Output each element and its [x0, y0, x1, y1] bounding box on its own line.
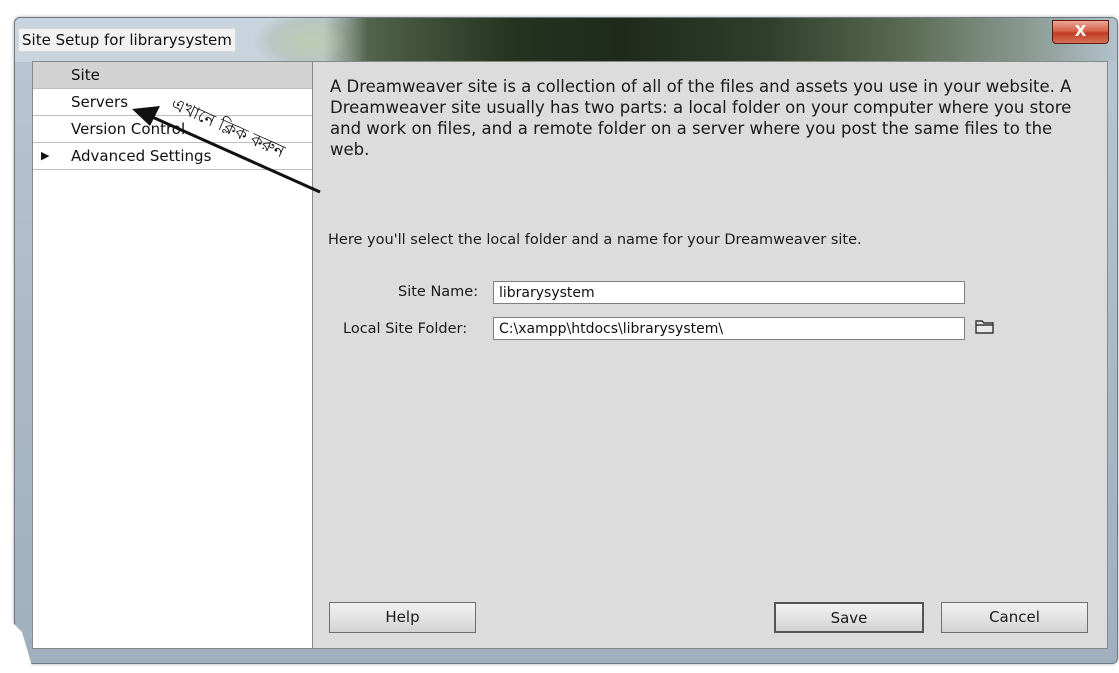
nav-item-label: Advanced Settings: [71, 147, 212, 165]
site-name-label: Site Name:: [398, 284, 479, 300]
paper-scrap-decoration: [0, 610, 34, 673]
site-name-input[interactable]: [493, 281, 965, 304]
expand-arrow-icon[interactable]: ▶: [41, 143, 49, 169]
title-bar[interactable]: Site Setup for librarysystem X: [15, 18, 1117, 62]
help-button[interactable]: Help: [329, 602, 476, 633]
nav-item-site[interactable]: Site: [33, 62, 312, 89]
intro-text: Here you'll select the local folder and …: [328, 232, 862, 248]
save-button[interactable]: Save: [774, 602, 924, 633]
screenshot-stage: Site Setup for librarysystem X Site Serv…: [0, 0, 1119, 673]
nav-item-servers[interactable]: Servers: [33, 89, 312, 116]
nav-item-label: Version Control: [71, 120, 186, 138]
folder-icon[interactable]: [975, 318, 995, 334]
local-folder-label: Local Site Folder:: [343, 321, 468, 337]
category-nav: Site Servers Version Control ▶ Advanced …: [33, 62, 313, 648]
nav-item-advanced-settings[interactable]: ▶ Advanced Settings: [33, 143, 312, 170]
window-title: Site Setup for librarysystem: [18, 28, 236, 52]
nav-item-version-control[interactable]: Version Control: [33, 116, 312, 143]
nav-item-label: Site: [71, 66, 100, 84]
title-bar-decoration: [255, 18, 365, 62]
local-folder-input[interactable]: [493, 317, 965, 340]
site-setup-dialog: Site Setup for librarysystem X Site Serv…: [14, 17, 1118, 664]
nav-item-label: Servers: [71, 93, 129, 111]
cancel-button[interactable]: Cancel: [941, 602, 1088, 633]
site-description: A Dreamweaver site is a collection of al…: [330, 77, 1072, 159]
close-button[interactable]: X: [1052, 20, 1109, 44]
dialog-client-area: Site Servers Version Control ▶ Advanced …: [32, 61, 1108, 649]
